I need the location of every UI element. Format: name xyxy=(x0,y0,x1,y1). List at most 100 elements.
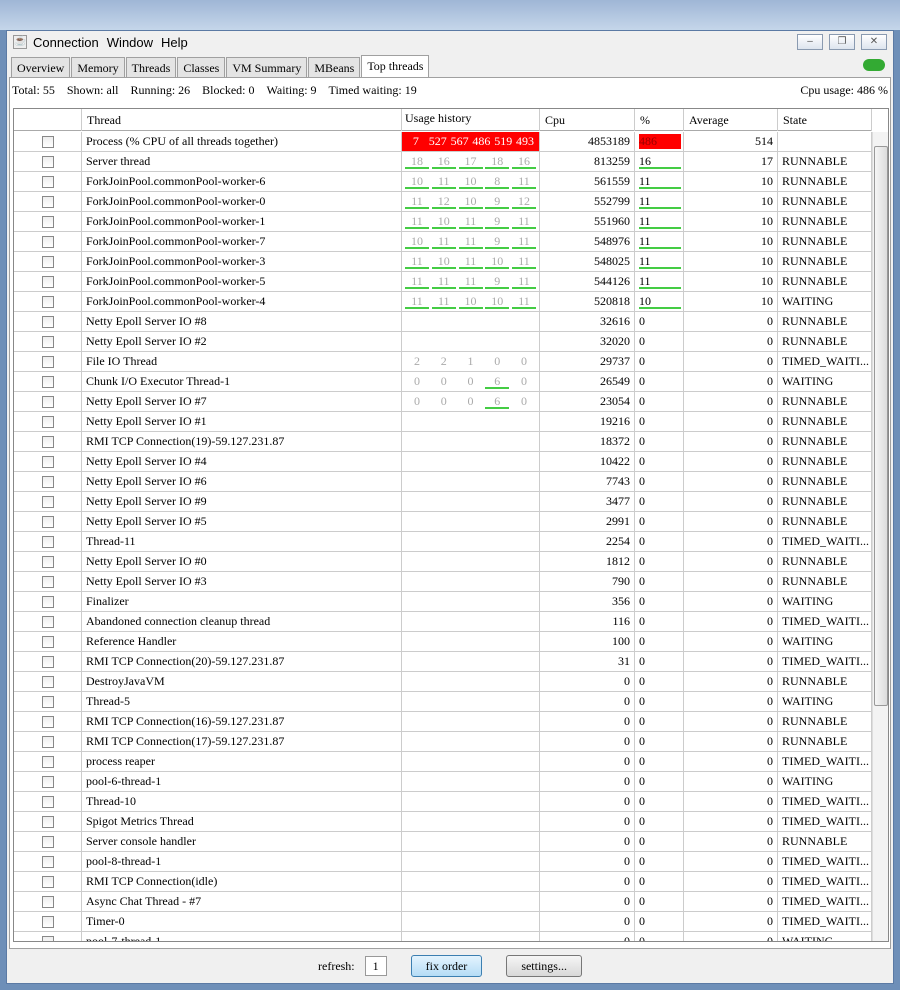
row-checkbox[interactable] xyxy=(41,176,54,188)
col-thread[interactable]: Thread xyxy=(82,109,402,131)
table-row[interactable]: Finalizer 356 0 0 WAITING xyxy=(14,592,872,612)
tab-threads[interactable]: Threads xyxy=(125,57,177,77)
tab-vm-summary[interactable]: VM Summary xyxy=(226,57,308,77)
tab-classes[interactable]: Classes xyxy=(177,57,226,77)
table-row[interactable]: RMI TCP Connection(17)-59.127.231.87 0 0… xyxy=(14,732,872,752)
row-checkbox[interactable] xyxy=(41,276,54,288)
table-row[interactable]: Abandoned connection cleanup thread 116 … xyxy=(14,612,872,632)
row-checkbox[interactable] xyxy=(41,856,54,868)
row-checkbox[interactable] xyxy=(41,896,54,908)
fix-order-button[interactable]: fix order xyxy=(410,955,483,977)
table-row[interactable]: RMI TCP Connection(19)-59.127.231.87 183… xyxy=(14,432,872,452)
table-row[interactable]: pool-7-thread-1 0 0 0 WAITING xyxy=(14,932,872,941)
table-row[interactable]: Netty Epoll Server IO #6 7743 0 0 RUNNAB… xyxy=(14,472,872,492)
minimize-button[interactable]: – xyxy=(797,34,823,50)
tab-overview[interactable]: Overview xyxy=(11,57,71,77)
table-row[interactable]: Netty Epoll Server IO #9 3477 0 0 RUNNAB… xyxy=(14,492,872,512)
close-button[interactable]: ✕ xyxy=(861,34,887,50)
table-row[interactable]: RMI TCP Connection(16)-59.127.231.87 0 0… xyxy=(14,712,872,732)
table-row[interactable]: ForkJoinPool.commonPool-worker-7 10 11 11 9… xyxy=(14,232,872,252)
row-checkbox[interactable] xyxy=(41,136,54,148)
row-checkbox[interactable] xyxy=(41,796,54,808)
table-row[interactable]: Netty Epoll Server IO #1 19216 0 0 RUNNA… xyxy=(14,412,872,432)
table-row[interactable]: process reaper 0 0 0 TIMED_WAITI... xyxy=(14,752,872,772)
row-checkbox[interactable] xyxy=(41,696,54,708)
col-cpu[interactable]: Cpu xyxy=(540,109,635,131)
row-checkbox[interactable] xyxy=(41,396,54,408)
table-row[interactable]: pool-8-thread-1 0 0 0 TIMED_WAITI... xyxy=(14,852,872,872)
table-row[interactable]: Netty Epoll Server IO #2 32020 0 0 RUNNA… xyxy=(14,332,872,352)
table-row[interactable]: Thread-10 0 0 0 TIMED_WAITI... xyxy=(14,792,872,812)
row-checkbox[interactable] xyxy=(41,456,54,468)
row-checkbox[interactable] xyxy=(41,816,54,828)
table-row[interactable]: ForkJoinPool.commonPool-worker-5 11 11 11 9… xyxy=(14,272,872,292)
row-checkbox[interactable] xyxy=(41,716,54,728)
row-checkbox[interactable] xyxy=(41,556,54,568)
row-checkbox[interactable] xyxy=(41,216,54,228)
row-checkbox[interactable] xyxy=(41,496,54,508)
vertical-scrollbar[interactable] xyxy=(872,132,888,941)
col-select[interactable] xyxy=(14,109,82,131)
col-usage-history[interactable]: Usage history xyxy=(402,109,540,131)
table-row[interactable]: Process (% CPU of all threads together) … xyxy=(14,132,872,152)
table-row[interactable]: Netty Epoll Server IO #5 2991 0 0 RUNNAB… xyxy=(14,512,872,532)
row-checkbox[interactable] xyxy=(41,596,54,608)
row-checkbox[interactable] xyxy=(41,296,54,308)
menu-connection[interactable]: Connection xyxy=(33,35,99,50)
row-checkbox[interactable] xyxy=(41,436,54,448)
tab-mbeans[interactable]: MBeans xyxy=(308,57,361,77)
row-checkbox[interactable] xyxy=(41,636,54,648)
menu-help[interactable]: Help xyxy=(161,35,188,50)
settings-button[interactable]: settings... xyxy=(506,955,582,977)
table-row[interactable]: RMI TCP Connection(idle) 0 0 0 TIMED_WAI… xyxy=(14,872,872,892)
table-row[interactable]: Timer-0 0 0 0 TIMED_WAITI... xyxy=(14,912,872,932)
row-checkbox[interactable] xyxy=(41,356,54,368)
table-row[interactable]: ForkJoinPool.commonPool-worker-3 11 10 11 1… xyxy=(14,252,872,272)
row-checkbox[interactable] xyxy=(41,776,54,788)
row-checkbox[interactable] xyxy=(41,736,54,748)
table-row[interactable]: ForkJoinPool.commonPool-worker-0 11 12 10 9… xyxy=(14,192,872,212)
row-checkbox[interactable] xyxy=(41,316,54,328)
col-percent[interactable]: % xyxy=(635,109,684,131)
table-row[interactable]: Reference Handler 100 0 0 WAITING xyxy=(14,632,872,652)
row-checkbox[interactable] xyxy=(41,836,54,848)
col-state[interactable]: State xyxy=(778,109,872,131)
table-row[interactable]: Netty Epoll Server IO #8 32616 0 0 RUNNA… xyxy=(14,312,872,332)
row-checkbox[interactable] xyxy=(41,156,54,168)
table-row[interactable]: Spigot Metrics Thread 0 0 0 TIMED_WAITI.… xyxy=(14,812,872,832)
row-checkbox[interactable] xyxy=(41,336,54,348)
row-checkbox[interactable] xyxy=(41,876,54,888)
table-row[interactable]: Netty Epoll Server IO #3 790 0 0 RUNNABL… xyxy=(14,572,872,592)
row-checkbox[interactable] xyxy=(41,256,54,268)
table-row[interactable]: Netty Epoll Server IO #0 1812 0 0 RUNNAB… xyxy=(14,552,872,572)
restore-button[interactable]: ❐ xyxy=(829,34,855,50)
row-checkbox[interactable] xyxy=(41,536,54,548)
row-checkbox[interactable] xyxy=(41,236,54,248)
row-checkbox[interactable] xyxy=(41,516,54,528)
row-checkbox[interactable] xyxy=(41,576,54,588)
row-checkbox[interactable] xyxy=(41,656,54,668)
table-row[interactable]: RMI TCP Connection(20)-59.127.231.87 31 … xyxy=(14,652,872,672)
row-checkbox[interactable] xyxy=(41,616,54,628)
row-checkbox[interactable] xyxy=(41,196,54,208)
table-row[interactable]: Netty Epoll Server IO #7 00060 23054 0 0… xyxy=(14,392,872,412)
table-row[interactable]: DestroyJavaVM 0 0 0 RUNNABLE xyxy=(14,672,872,692)
row-checkbox[interactable] xyxy=(41,916,54,928)
table-row[interactable]: ForkJoinPool.commonPool-worker-1 11 10 11 9… xyxy=(14,212,872,232)
table-row[interactable]: File IO Thread 2 2 1 0 0 29737 0 0 TIMED_WAI… xyxy=(14,352,872,372)
table-row[interactable]: Server thread 18 16 17 18 16 813259 16 17 RU… xyxy=(14,152,872,172)
table-row[interactable]: Netty Epoll Server IO #4 10422 0 0 RUNNA… xyxy=(14,452,872,472)
table-row[interactable]: ForkJoinPool.commonPool-worker-4 11 11 10 1… xyxy=(14,292,872,312)
table-row[interactable]: ForkJoinPool.commonPool-worker-6 10 11 10 8… xyxy=(14,172,872,192)
table-row[interactable]: Thread-5 0 0 0 WAITING xyxy=(14,692,872,712)
col-average[interactable]: Average xyxy=(684,109,778,131)
scrollbar-thumb[interactable] xyxy=(874,146,888,706)
row-checkbox[interactable] xyxy=(41,376,54,388)
tab-memory[interactable]: Memory xyxy=(71,57,125,77)
table-row[interactable]: Async Chat Thread - #7 0 0 0 TIMED_WAITI… xyxy=(14,892,872,912)
row-checkbox[interactable] xyxy=(41,756,54,768)
table-row[interactable]: Thread-11 2254 0 0 TIMED_WAITI... xyxy=(14,532,872,552)
table-row[interactable]: Chunk I/O Executor Thread-1 00060 26549 … xyxy=(14,372,872,392)
table-row[interactable]: pool-6-thread-1 0 0 0 WAITING xyxy=(14,772,872,792)
row-checkbox[interactable] xyxy=(41,416,54,428)
